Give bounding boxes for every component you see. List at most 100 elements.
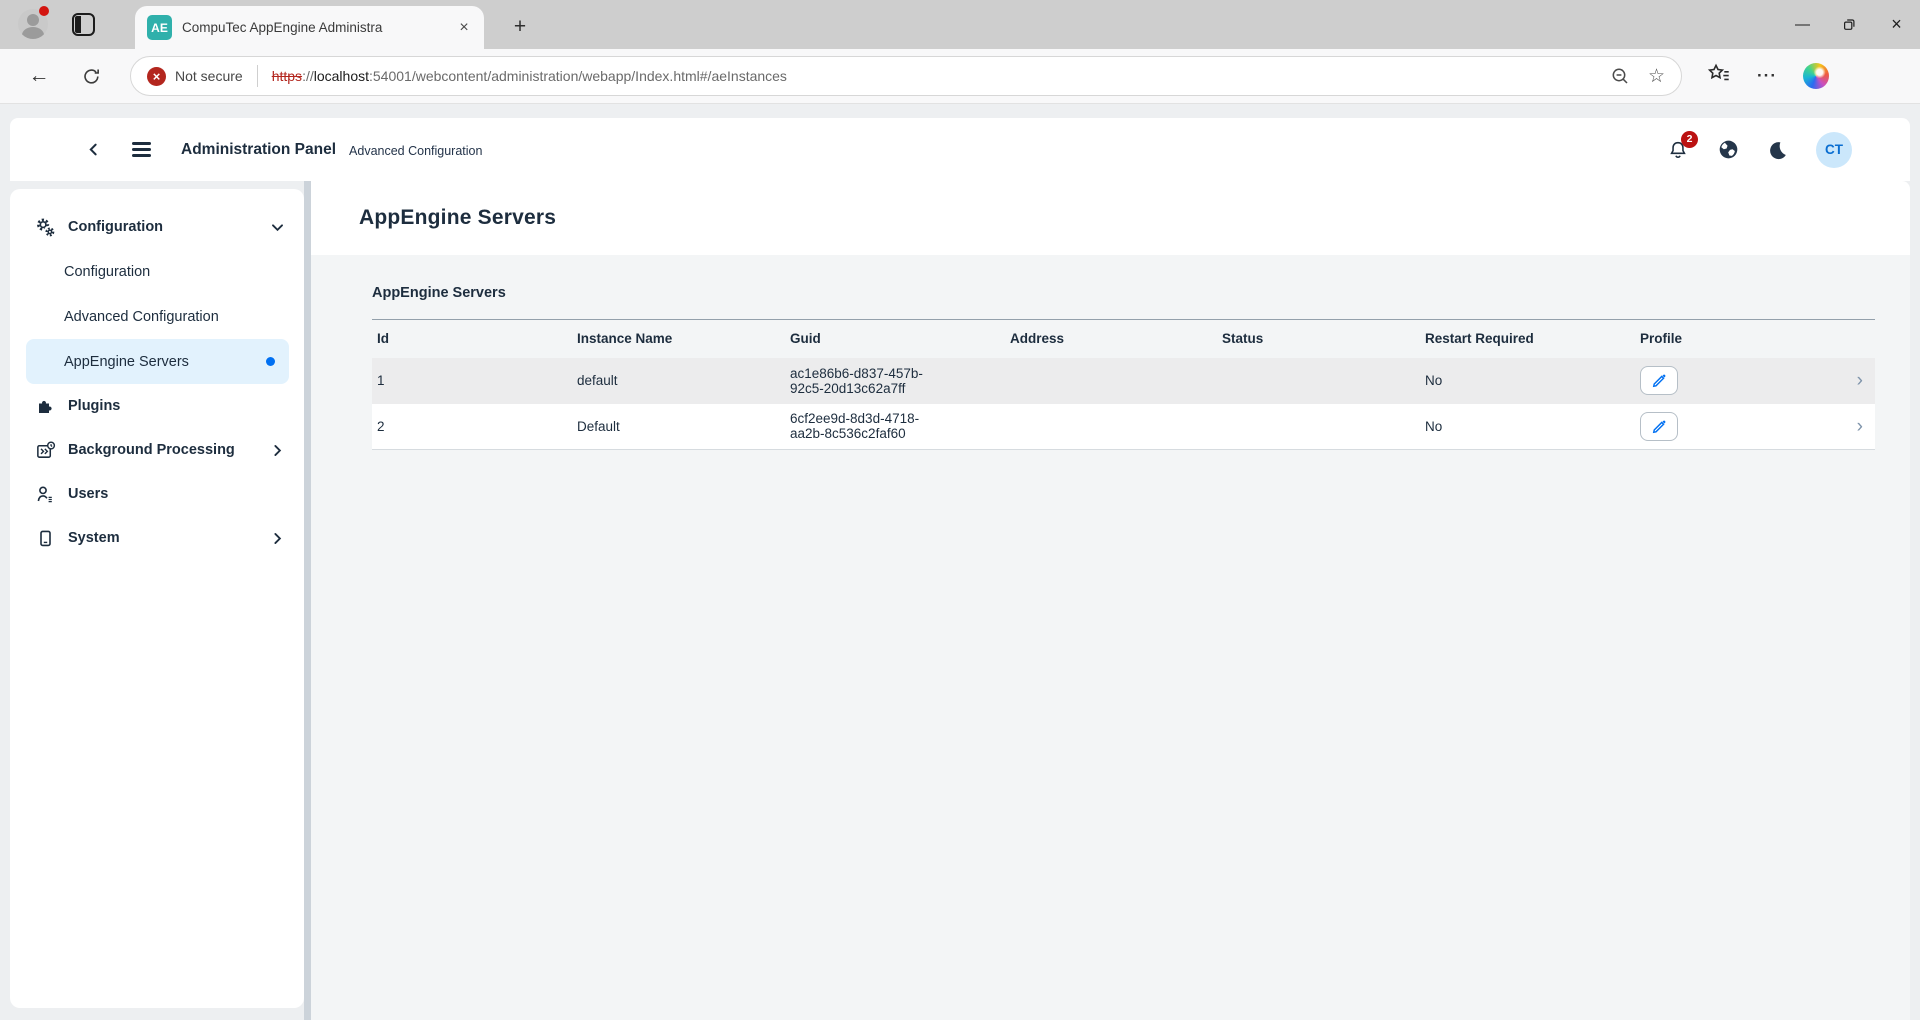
url-path: :54001/webcontent/administration/webapp/… (369, 68, 787, 84)
chevron-down-icon (271, 221, 284, 234)
tab-title: CompuTec AppEngine Administra (182, 20, 454, 35)
address-bar[interactable]: × Not secure https://localhost:54001/web… (130, 56, 1682, 96)
cell-status (1217, 358, 1420, 404)
moon-icon (1768, 140, 1788, 160)
servers-table: Id Instance Name Guid Address Status Res… (372, 319, 1875, 450)
puzzle-icon (34, 396, 56, 416)
sidebar: Configuration Configuration Advanced Con… (10, 189, 304, 1008)
edit-profile-button[interactable] (1640, 366, 1678, 395)
column-header-address: Address (1005, 320, 1217, 358)
tab-favicon: AE (147, 15, 172, 40)
url-separator: :// (302, 68, 314, 84)
favorites-list-icon (1706, 62, 1731, 85)
new-tab-button[interactable]: + (506, 13, 534, 41)
url-host: localhost (314, 68, 369, 84)
app-header: Administration Panel Advanced Configurat… (10, 118, 1910, 181)
section-title: AppEngine Servers (372, 285, 1875, 301)
chevron-left-icon (87, 142, 100, 157)
globe-icon (1717, 138, 1740, 161)
column-header-status: Status (1217, 320, 1420, 358)
sidebar-item-background-processing[interactable]: Background Processing (10, 428, 304, 472)
not-secure-icon: × (147, 67, 166, 86)
favorites-bar-button[interactable] (1706, 62, 1731, 90)
gears-icon (34, 217, 56, 238)
page-title: AppEngine Servers (359, 206, 556, 230)
app-title: Administration Panel (181, 141, 336, 159)
cell-id: 2 (372, 404, 572, 450)
url-text: https://localhost:54001/webcontent/admin… (272, 68, 787, 84)
selected-indicator-dot (266, 357, 275, 366)
edit-profile-button[interactable] (1640, 412, 1678, 441)
cell-instance-name: default (572, 358, 785, 404)
cell-address (1005, 404, 1217, 450)
not-secure-label[interactable]: Not secure (175, 68, 243, 84)
browser-menu-button[interactable]: ··· (1757, 66, 1777, 86)
table-row[interactable]: 2 Default 6cf2ee9d-8d3d-4718-aa2b-8c536c… (372, 404, 1875, 450)
pencil-icon (1651, 372, 1668, 389)
window-close-button[interactable]: × (1873, 0, 1920, 49)
cell-address (1005, 358, 1217, 404)
sidebar-item-configuration[interactable]: Configuration (26, 249, 289, 294)
column-header-profile: Profile (1635, 320, 1815, 358)
main-content: AppEngine Servers AppEngine Servers Id I… (311, 181, 1910, 1020)
window-minimize-button[interactable]: — (1779, 0, 1826, 49)
users-icon (34, 484, 56, 504)
background-processing-icon (34, 440, 56, 461)
column-header-instance-name: Instance Name (572, 320, 785, 358)
copilot-icon[interactable] (1803, 63, 1829, 89)
cell-status (1217, 404, 1420, 450)
favorite-star-icon[interactable]: ☆ (1648, 65, 1665, 88)
cell-profile (1635, 358, 1815, 404)
user-avatar[interactable]: CT (1816, 132, 1852, 168)
table-row[interactable]: 1 default ac1e86b6-d837-457b-92c5-20d13c… (372, 358, 1875, 404)
sidebar-item-advanced-configuration[interactable]: Advanced Configuration (26, 294, 289, 339)
chevron-right-icon (271, 532, 284, 545)
app-back-button[interactable] (80, 142, 106, 157)
back-button[interactable]: ← (24, 64, 54, 88)
chevron-right-icon (271, 444, 284, 457)
pencil-icon (1651, 418, 1668, 435)
url-scheme: https (272, 68, 302, 84)
cell-restart-required: No (1420, 358, 1635, 404)
column-header-id: Id (372, 320, 572, 358)
cell-row-chevron: › (1815, 404, 1875, 450)
cell-restart-required: No (1420, 404, 1635, 450)
window-restore-button[interactable] (1826, 0, 1873, 49)
sidebar-item-label: Users (68, 486, 108, 502)
row-chevron-icon[interactable]: › (1857, 370, 1863, 391)
zoom-out-button[interactable] (1610, 66, 1630, 86)
sidebar-group-label: Configuration (68, 219, 163, 235)
menu-toggle-button[interactable] (132, 142, 151, 156)
sidebar-item-appengine-servers[interactable]: AppEngine Servers (26, 339, 289, 384)
sidebar-item-plugins[interactable]: Plugins (10, 384, 304, 428)
app-subtitle: Advanced Configuration (349, 141, 482, 158)
refresh-button[interactable] (76, 67, 106, 86)
sidebar-item-users[interactable]: Users (10, 472, 304, 516)
sidebar-item-system[interactable]: System (10, 516, 304, 560)
sidebar-resize-handle[interactable] (304, 181, 311, 1020)
sidebar-group-configuration[interactable]: Configuration (10, 205, 304, 249)
sidebar-item-label: Configuration (64, 264, 150, 280)
row-chevron-icon[interactable]: › (1857, 416, 1863, 437)
refresh-icon (82, 67, 101, 86)
browser-tab[interactable]: AE CompuTec AppEngine Administra × (135, 6, 484, 49)
workspaces-icon[interactable] (72, 13, 95, 36)
cell-instance-name: Default (572, 404, 785, 450)
zoom-out-icon (1610, 66, 1630, 86)
sidebar-item-label: Background Processing (68, 442, 235, 458)
cell-guid: 6cf2ee9d-8d3d-4718-aa2b-8c536c2faf60 (785, 404, 1005, 450)
tab-close-icon[interactable]: × (454, 18, 474, 38)
sidebar-item-label: System (68, 530, 120, 546)
table-header-row: Id Instance Name Guid Address Status Res… (372, 320, 1875, 358)
cell-id: 1 (372, 358, 572, 404)
dark-mode-button[interactable] (1768, 140, 1788, 160)
cell-profile (1635, 404, 1815, 450)
browser-toolbar: ← × Not secure https://localhost:54001/w… (0, 49, 1920, 104)
page-title-band: AppEngine Servers (311, 181, 1910, 255)
language-button[interactable] (1717, 138, 1740, 161)
notifications-button[interactable]: 2 (1667, 139, 1689, 161)
page-background: Administration Panel Advanced Configurat… (0, 104, 1920, 1020)
url-divider (257, 65, 258, 87)
profile-notification-dot (39, 6, 49, 16)
notification-badge: 2 (1681, 131, 1698, 148)
